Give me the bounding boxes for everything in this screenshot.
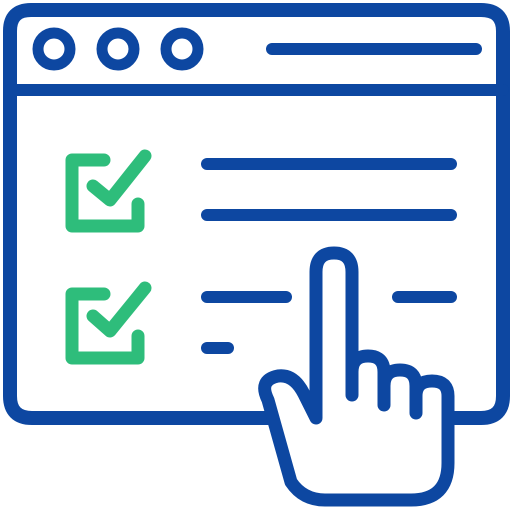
pointing-hand-icon (258, 246, 455, 507)
browser-checklist-illustration (3, 3, 510, 507)
checklist-item (65, 149, 457, 233)
illustration-canvas (0, 0, 513, 513)
checklist-item (65, 281, 457, 365)
window-control-dot-icon (96, 27, 140, 71)
window-control-dot-icon (160, 27, 204, 71)
window-control-dot-icon (32, 27, 76, 71)
hand-outline (258, 246, 455, 507)
window-controls (32, 27, 204, 71)
